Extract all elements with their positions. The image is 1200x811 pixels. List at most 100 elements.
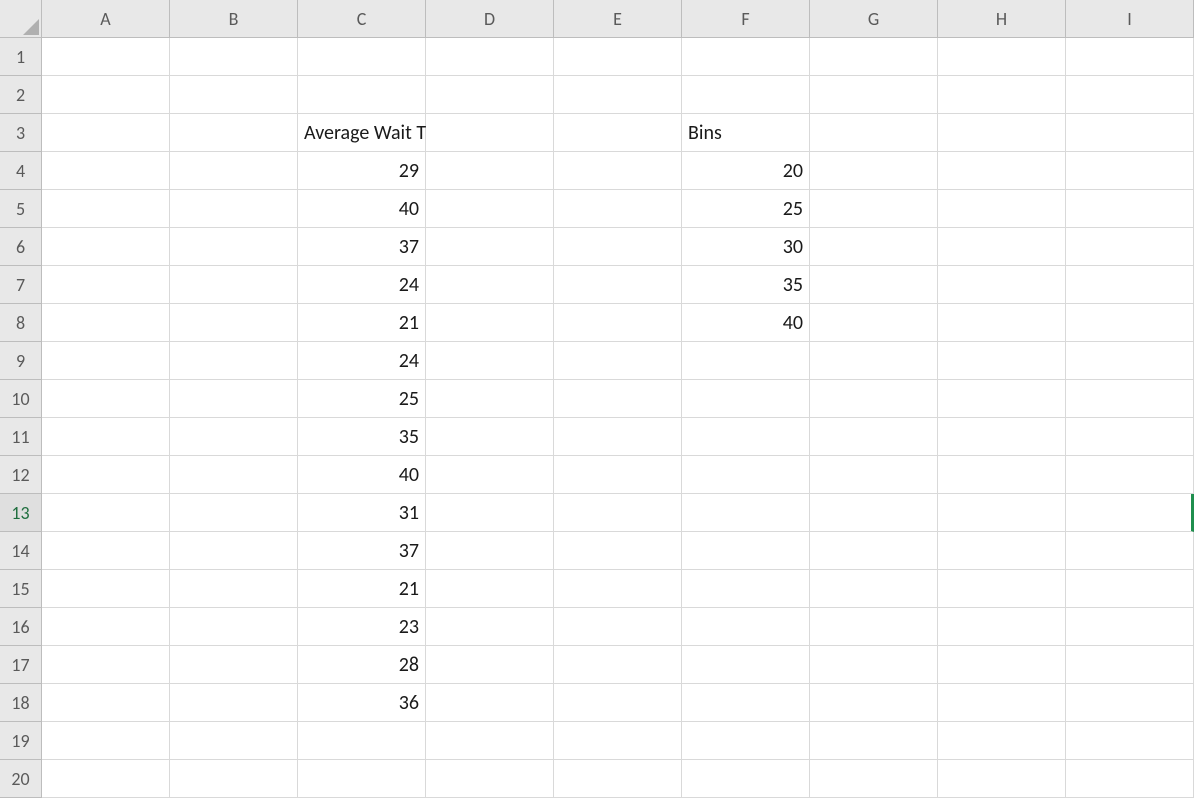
cell-I9[interactable]: [1066, 342, 1194, 380]
cell-C13[interactable]: 31: [298, 494, 426, 532]
spreadsheet-grid[interactable]: ABCDEFGHI123Average Wait TimeBins4292054…: [0, 0, 1200, 798]
row-header-14[interactable]: 14: [0, 532, 42, 570]
cell-I2[interactable]: [1066, 76, 1194, 114]
cell-F9[interactable]: [682, 342, 810, 380]
cell-F11[interactable]: [682, 418, 810, 456]
cell-E16[interactable]: [554, 608, 682, 646]
cell-E12[interactable]: [554, 456, 682, 494]
cell-H16[interactable]: [938, 608, 1066, 646]
cell-D20[interactable]: [426, 760, 554, 798]
cell-D2[interactable]: [426, 76, 554, 114]
cell-G10[interactable]: [810, 380, 938, 418]
cell-I14[interactable]: [1066, 532, 1194, 570]
cell-H10[interactable]: [938, 380, 1066, 418]
cell-B6[interactable]: [170, 228, 298, 266]
cell-D9[interactable]: [426, 342, 554, 380]
cell-D19[interactable]: [426, 722, 554, 760]
cell-I1[interactable]: [1066, 38, 1194, 76]
cell-E8[interactable]: [554, 304, 682, 342]
column-header-G[interactable]: G: [810, 0, 938, 38]
cell-C3[interactable]: Average Wait Time: [298, 114, 426, 152]
cell-G8[interactable]: [810, 304, 938, 342]
cell-B1[interactable]: [170, 38, 298, 76]
cell-G4[interactable]: [810, 152, 938, 190]
column-header-D[interactable]: D: [426, 0, 554, 38]
cell-E7[interactable]: [554, 266, 682, 304]
cell-I12[interactable]: [1066, 456, 1194, 494]
cell-H4[interactable]: [938, 152, 1066, 190]
cell-D7[interactable]: [426, 266, 554, 304]
cell-C10[interactable]: 25: [298, 380, 426, 418]
cell-E9[interactable]: [554, 342, 682, 380]
cell-F18[interactable]: [682, 684, 810, 722]
cell-A8[interactable]: [42, 304, 170, 342]
cell-F6[interactable]: 30: [682, 228, 810, 266]
cell-A17[interactable]: [42, 646, 170, 684]
cell-F19[interactable]: [682, 722, 810, 760]
cell-C20[interactable]: [298, 760, 426, 798]
cell-F1[interactable]: [682, 38, 810, 76]
cell-C5[interactable]: 40: [298, 190, 426, 228]
cell-D17[interactable]: [426, 646, 554, 684]
cell-A9[interactable]: [42, 342, 170, 380]
cell-E18[interactable]: [554, 684, 682, 722]
cell-H19[interactable]: [938, 722, 1066, 760]
cell-D10[interactable]: [426, 380, 554, 418]
cell-F2[interactable]: [682, 76, 810, 114]
cell-C14[interactable]: 37: [298, 532, 426, 570]
cell-G17[interactable]: [810, 646, 938, 684]
cell-B7[interactable]: [170, 266, 298, 304]
cell-F3[interactable]: Bins: [682, 114, 810, 152]
cell-H9[interactable]: [938, 342, 1066, 380]
cell-C18[interactable]: 36: [298, 684, 426, 722]
cell-F7[interactable]: 35: [682, 266, 810, 304]
cell-B3[interactable]: [170, 114, 298, 152]
cell-I18[interactable]: [1066, 684, 1194, 722]
cell-D3[interactable]: [426, 114, 554, 152]
column-header-H[interactable]: H: [938, 0, 1066, 38]
row-header-11[interactable]: 11: [0, 418, 42, 456]
cell-I5[interactable]: [1066, 190, 1194, 228]
column-header-F[interactable]: F: [682, 0, 810, 38]
cell-D15[interactable]: [426, 570, 554, 608]
cell-E15[interactable]: [554, 570, 682, 608]
cell-G15[interactable]: [810, 570, 938, 608]
row-header-4[interactable]: 4: [0, 152, 42, 190]
cell-E14[interactable]: [554, 532, 682, 570]
cell-C11[interactable]: 35: [298, 418, 426, 456]
cell-E13[interactable]: [554, 494, 682, 532]
cell-A4[interactable]: [42, 152, 170, 190]
cell-F20[interactable]: [682, 760, 810, 798]
cell-B17[interactable]: [170, 646, 298, 684]
cell-F17[interactable]: [682, 646, 810, 684]
cell-I16[interactable]: [1066, 608, 1194, 646]
cell-H1[interactable]: [938, 38, 1066, 76]
column-header-I[interactable]: I: [1066, 0, 1194, 38]
cell-C7[interactable]: 24: [298, 266, 426, 304]
cell-H7[interactable]: [938, 266, 1066, 304]
cell-A12[interactable]: [42, 456, 170, 494]
cell-H13[interactable]: [938, 494, 1066, 532]
cell-G7[interactable]: [810, 266, 938, 304]
cell-G12[interactable]: [810, 456, 938, 494]
column-header-A[interactable]: A: [42, 0, 170, 38]
cell-H8[interactable]: [938, 304, 1066, 342]
cell-B18[interactable]: [170, 684, 298, 722]
row-header-9[interactable]: 9: [0, 342, 42, 380]
row-header-6[interactable]: 6: [0, 228, 42, 266]
cell-I13[interactable]: [1066, 494, 1194, 532]
row-header-8[interactable]: 8: [0, 304, 42, 342]
cell-D5[interactable]: [426, 190, 554, 228]
cell-D6[interactable]: [426, 228, 554, 266]
row-header-10[interactable]: 10: [0, 380, 42, 418]
cell-B20[interactable]: [170, 760, 298, 798]
cell-A6[interactable]: [42, 228, 170, 266]
cell-B11[interactable]: [170, 418, 298, 456]
cell-A11[interactable]: [42, 418, 170, 456]
cell-G9[interactable]: [810, 342, 938, 380]
row-header-2[interactable]: 2: [0, 76, 42, 114]
cell-B4[interactable]: [170, 152, 298, 190]
cell-I17[interactable]: [1066, 646, 1194, 684]
cell-G16[interactable]: [810, 608, 938, 646]
cell-G18[interactable]: [810, 684, 938, 722]
